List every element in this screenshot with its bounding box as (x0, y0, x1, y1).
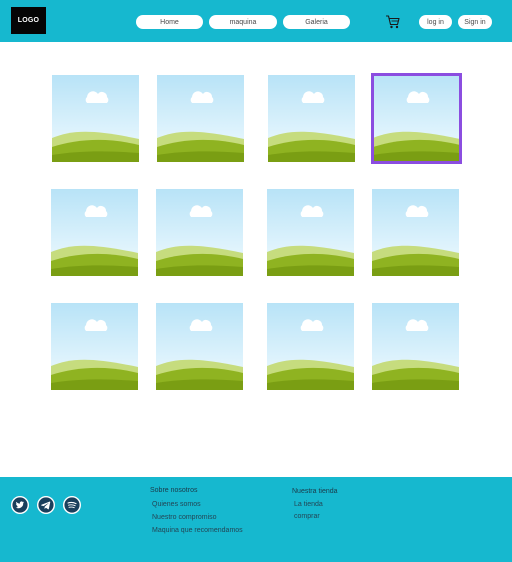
landscape-placeholder-icon (372, 189, 459, 276)
gallery-image-4-selected[interactable] (371, 73, 462, 164)
spotify-icon[interactable] (63, 496, 81, 514)
landscape-placeholder-icon (268, 75, 355, 162)
header-bar: LOGO Home maquina Galeria log in Sign in (0, 0, 512, 42)
telegram-icon[interactable] (37, 496, 55, 514)
gallery-image-3[interactable] (268, 75, 355, 162)
gallery-image-5[interactable] (51, 189, 138, 276)
page: LOGO Home maquina Galeria log in Sign in (0, 0, 512, 562)
landscape-placeholder-icon (373, 75, 460, 162)
landscape-placeholder-icon (156, 303, 243, 390)
about-link-maquina-recomendamos[interactable]: Maquina que recomendamos (152, 527, 243, 534)
shopping-cart-icon[interactable] (385, 14, 401, 30)
gallery-image-6[interactable] (156, 189, 243, 276)
store-heading: Nuestra tienda (292, 488, 338, 495)
landscape-placeholder-icon (267, 303, 354, 390)
about-link-quienes-somos[interactable]: Quienes somos (152, 501, 201, 508)
twitter-icon[interactable] (11, 496, 29, 514)
gallery-image-11[interactable] (267, 303, 354, 390)
landscape-placeholder-icon (51, 303, 138, 390)
gallery-image-9[interactable] (51, 303, 138, 390)
footer-bar: Sobre nosotros Quienes somos Nuestro com… (0, 477, 512, 562)
landscape-placeholder-icon (157, 75, 244, 162)
logo[interactable]: LOGO (11, 7, 46, 34)
gallery-image-12[interactable] (372, 303, 459, 390)
about-heading: Sobre nosotros (150, 487, 198, 494)
gallery-image-7[interactable] (267, 189, 354, 276)
nav-maquina[interactable]: maquina (209, 15, 277, 29)
gallery-image-2[interactable] (157, 75, 244, 162)
signin-button[interactable]: Sign in (458, 15, 492, 29)
landscape-placeholder-icon (52, 75, 139, 162)
gallery-image-1[interactable] (52, 75, 139, 162)
store-link-la-tienda[interactable]: La tienda (294, 501, 323, 508)
login-button[interactable]: log in (419, 15, 452, 29)
landscape-placeholder-icon (267, 189, 354, 276)
gallery-image-10[interactable] (156, 303, 243, 390)
about-link-nuestro-compromiso[interactable]: Nuestro compromiso (152, 514, 217, 521)
landscape-placeholder-icon (51, 189, 138, 276)
nav-galeria[interactable]: Galeria (283, 15, 350, 29)
nav-home[interactable]: Home (136, 15, 203, 29)
landscape-placeholder-icon (372, 303, 459, 390)
landscape-placeholder-icon (156, 189, 243, 276)
gallery-image-8[interactable] (372, 189, 459, 276)
store-link-comprar[interactable]: comprar (294, 513, 320, 520)
